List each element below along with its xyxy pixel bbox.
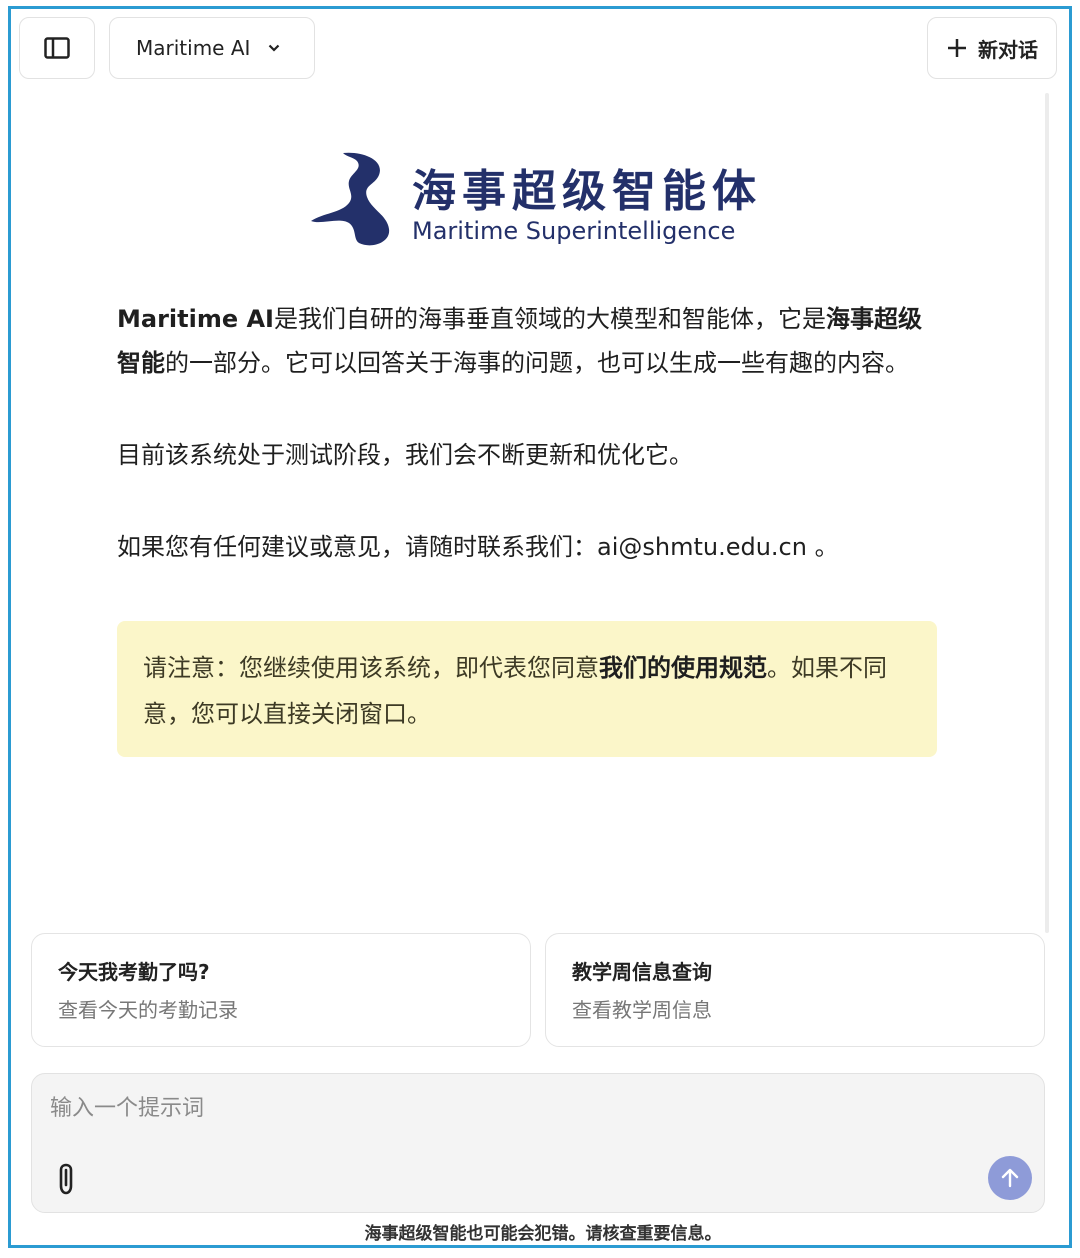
terms-link: 我们的使用规范 [599,654,767,682]
logo-title-cn: 海事超级智能体 [412,166,762,217]
suggestion-title: 教学周信息查询 [572,960,712,984]
send-button[interactable] [988,1156,1032,1200]
logo-title-en: Maritime Superintelligence [412,217,736,245]
app-window: Maritime AI 新对话 海事超级智能体 Maritime Superin… [8,6,1072,1248]
sidebar-panel-icon [44,37,70,59]
sidebar-toggle-button[interactable] [19,17,95,79]
new-chat-button[interactable]: 新对话 [927,17,1057,79]
notice-text-1: 请注意：您继续使用该系统，即代表您同意 [143,654,599,682]
chevron-down-icon [269,44,280,52]
arrow-up-icon [1001,1168,1019,1188]
prompt-input[interactable] [50,1088,950,1128]
contact-email: ai@shmtu.edu.cn [597,533,807,561]
contact-end: 。 [806,533,839,561]
suggestion-card-attendance[interactable]: 今天我考勤了吗? 查看今天的考勤记录 [31,933,531,1047]
prompt-box [31,1073,1045,1213]
brand-logo: 海事超级智能体 Maritime Superintelligence [309,145,756,255]
paperclip-icon[interactable] [54,1162,80,1196]
new-chat-label: 新对话 [978,37,1038,62]
footer-disclaimer: 海事超级智能也可能会犯错。请核查重要信息。 [364,1224,722,1244]
intro-text-2: 的一部分。它可以回答关于海事的问题，也可以生成一些有趣的内容。 [165,349,909,377]
intro-paragraph-1: Maritime AI是我们自研的海事垂直领域的大模型和智能体，它是海事超级智能… [117,297,937,385]
plus-icon [948,39,966,57]
suggestion-subtitle: 查看今天的考勤记录 [58,998,238,1022]
model-selector[interactable]: Maritime AI [109,17,315,79]
logo-mark-icon [311,152,390,246]
intro-paragraph-3: 如果您有任何建议或意见，请随时联系我们：ai@shmtu.edu.cn 。 [117,525,937,569]
terms-notice: 请注意：您继续使用该系统，即代表您同意我们的使用规范。如果不同意，您可以直接关闭… [117,621,937,757]
contact-text: 如果您有任何建议或意见，请随时联系我们： [117,533,597,561]
intro-text: Maritime AI是我们自研的海事垂直领域的大模型和智能体，它是海事超级智能… [117,297,937,617]
model-name: Maritime AI [136,36,251,60]
intro-text-1: 是我们自研的海事垂直领域的大模型和智能体，它是 [273,305,826,333]
intro-bold-product: Maritime AI [117,305,274,333]
intro-paragraph-2: 目前该系统处于测试阶段，我们会不断更新和优化它。 [117,441,693,469]
suggestion-subtitle: 查看教学周信息 [572,998,712,1022]
scrollbar[interactable] [1045,93,1049,933]
suggestion-title: 今天我考勤了吗? [58,960,210,984]
suggestion-card-teaching-week[interactable]: 教学周信息查询 查看教学周信息 [545,933,1045,1047]
